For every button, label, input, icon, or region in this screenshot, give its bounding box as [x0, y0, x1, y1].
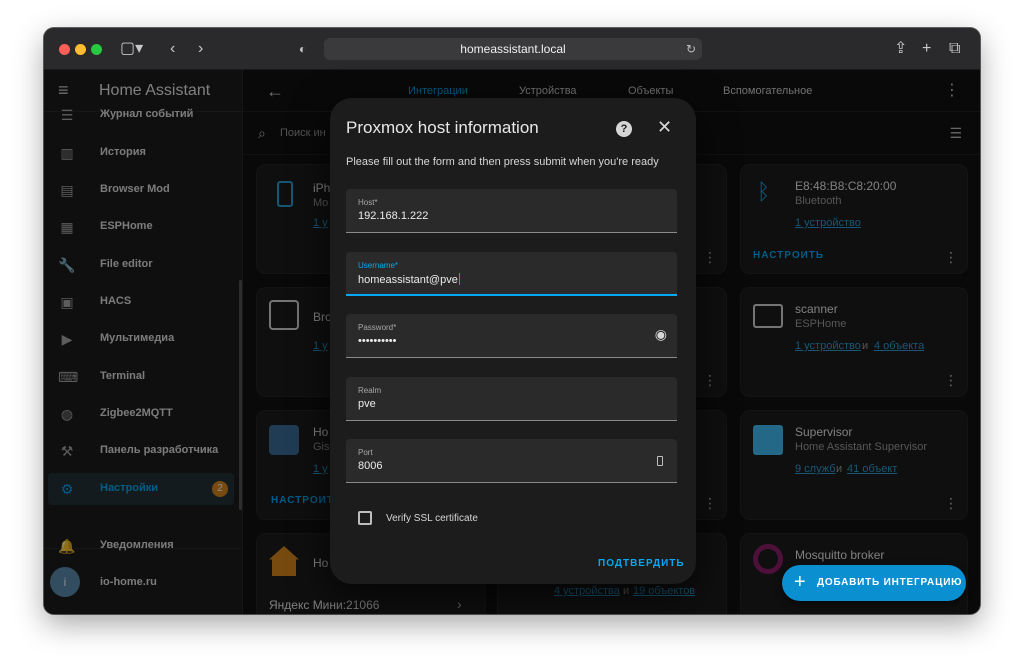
tabs-overview-icon[interactable]: ⧉ — [949, 38, 960, 60]
browser-window: ▢▾ ‹ › ◐ homeassistant.local ↻ ⇪ + ⧉ ≡ H… — [44, 28, 980, 614]
add-integration-button[interactable]: + ДОБАВИТЬ ИНТЕГРАЦИЮ — [782, 565, 966, 601]
share-icon[interactable]: ⇪ — [894, 38, 907, 60]
field-label: Realm — [358, 386, 382, 395]
host-field[interactable]: Host* 192.168.1.222 — [346, 189, 677, 233]
verify-ssl-checkbox[interactable] — [358, 511, 372, 525]
new-tab-icon[interactable]: + — [922, 38, 931, 60]
sidebar-toggle-icon[interactable]: ▢▾ — [120, 38, 143, 60]
field-value-wrap: homeassistant@pve — [358, 273, 460, 286]
password-field[interactable]: Password* •••••••••• ◉ — [346, 314, 677, 358]
field-label: Port — [358, 448, 373, 457]
reload-icon[interactable]: ↻ — [686, 38, 696, 60]
realm-field[interactable]: Realm pve — [346, 377, 677, 421]
submit-button[interactable]: ПОДТВЕРДИТЬ — [598, 558, 685, 569]
minimize-window-button[interactable] — [75, 44, 86, 55]
add-integration-label: ДОБАВИТЬ ИНТЕГРАЦИЮ — [817, 577, 963, 588]
zoom-window-button[interactable] — [91, 44, 102, 55]
field-label: Password* — [358, 323, 397, 332]
back-nav-icon[interactable]: ‹ — [170, 38, 175, 60]
eye-icon[interactable]: ◉ — [655, 326, 667, 343]
text-caret — [458, 273, 460, 285]
dialog-title: Proxmox host information — [346, 118, 539, 137]
plus-icon: + — [794, 571, 806, 593]
help-icon[interactable]: ? — [616, 121, 632, 137]
field-value: 8006 — [358, 460, 383, 472]
field-value: homeassistant@pve — [358, 274, 458, 286]
privacy-shield-icon[interactable]: ◐ — [299, 38, 306, 60]
address-bar[interactable]: homeassistant.local ↻ — [324, 38, 702, 60]
proxmox-config-dialog: Proxmox host information ? ✕ Please fill… — [330, 98, 696, 584]
field-label: Host* — [358, 198, 378, 207]
field-value: •••••••••• — [358, 335, 397, 347]
username-field[interactable]: Username* homeassistant@pve — [346, 252, 677, 296]
field-value: 192.168.1.222 — [358, 210, 429, 222]
field-value: pve — [358, 398, 376, 410]
close-window-button[interactable] — [59, 44, 70, 55]
close-icon[interactable]: ✕ — [657, 117, 672, 138]
forward-nav-icon[interactable]: › — [198, 38, 203, 60]
number-stepper-icon[interactable] — [657, 456, 663, 466]
browser-toolbar: ▢▾ ‹ › ◐ homeassistant.local ↻ ⇪ + ⧉ — [44, 28, 980, 70]
verify-ssl-label[interactable]: Verify SSL certificate — [386, 513, 478, 524]
dialog-description: Please fill out the form and then press … — [346, 156, 659, 168]
field-label: Username* — [358, 261, 399, 270]
url-text: homeassistant.local — [460, 42, 566, 56]
port-field[interactable]: Port 8006 — [346, 439, 677, 483]
